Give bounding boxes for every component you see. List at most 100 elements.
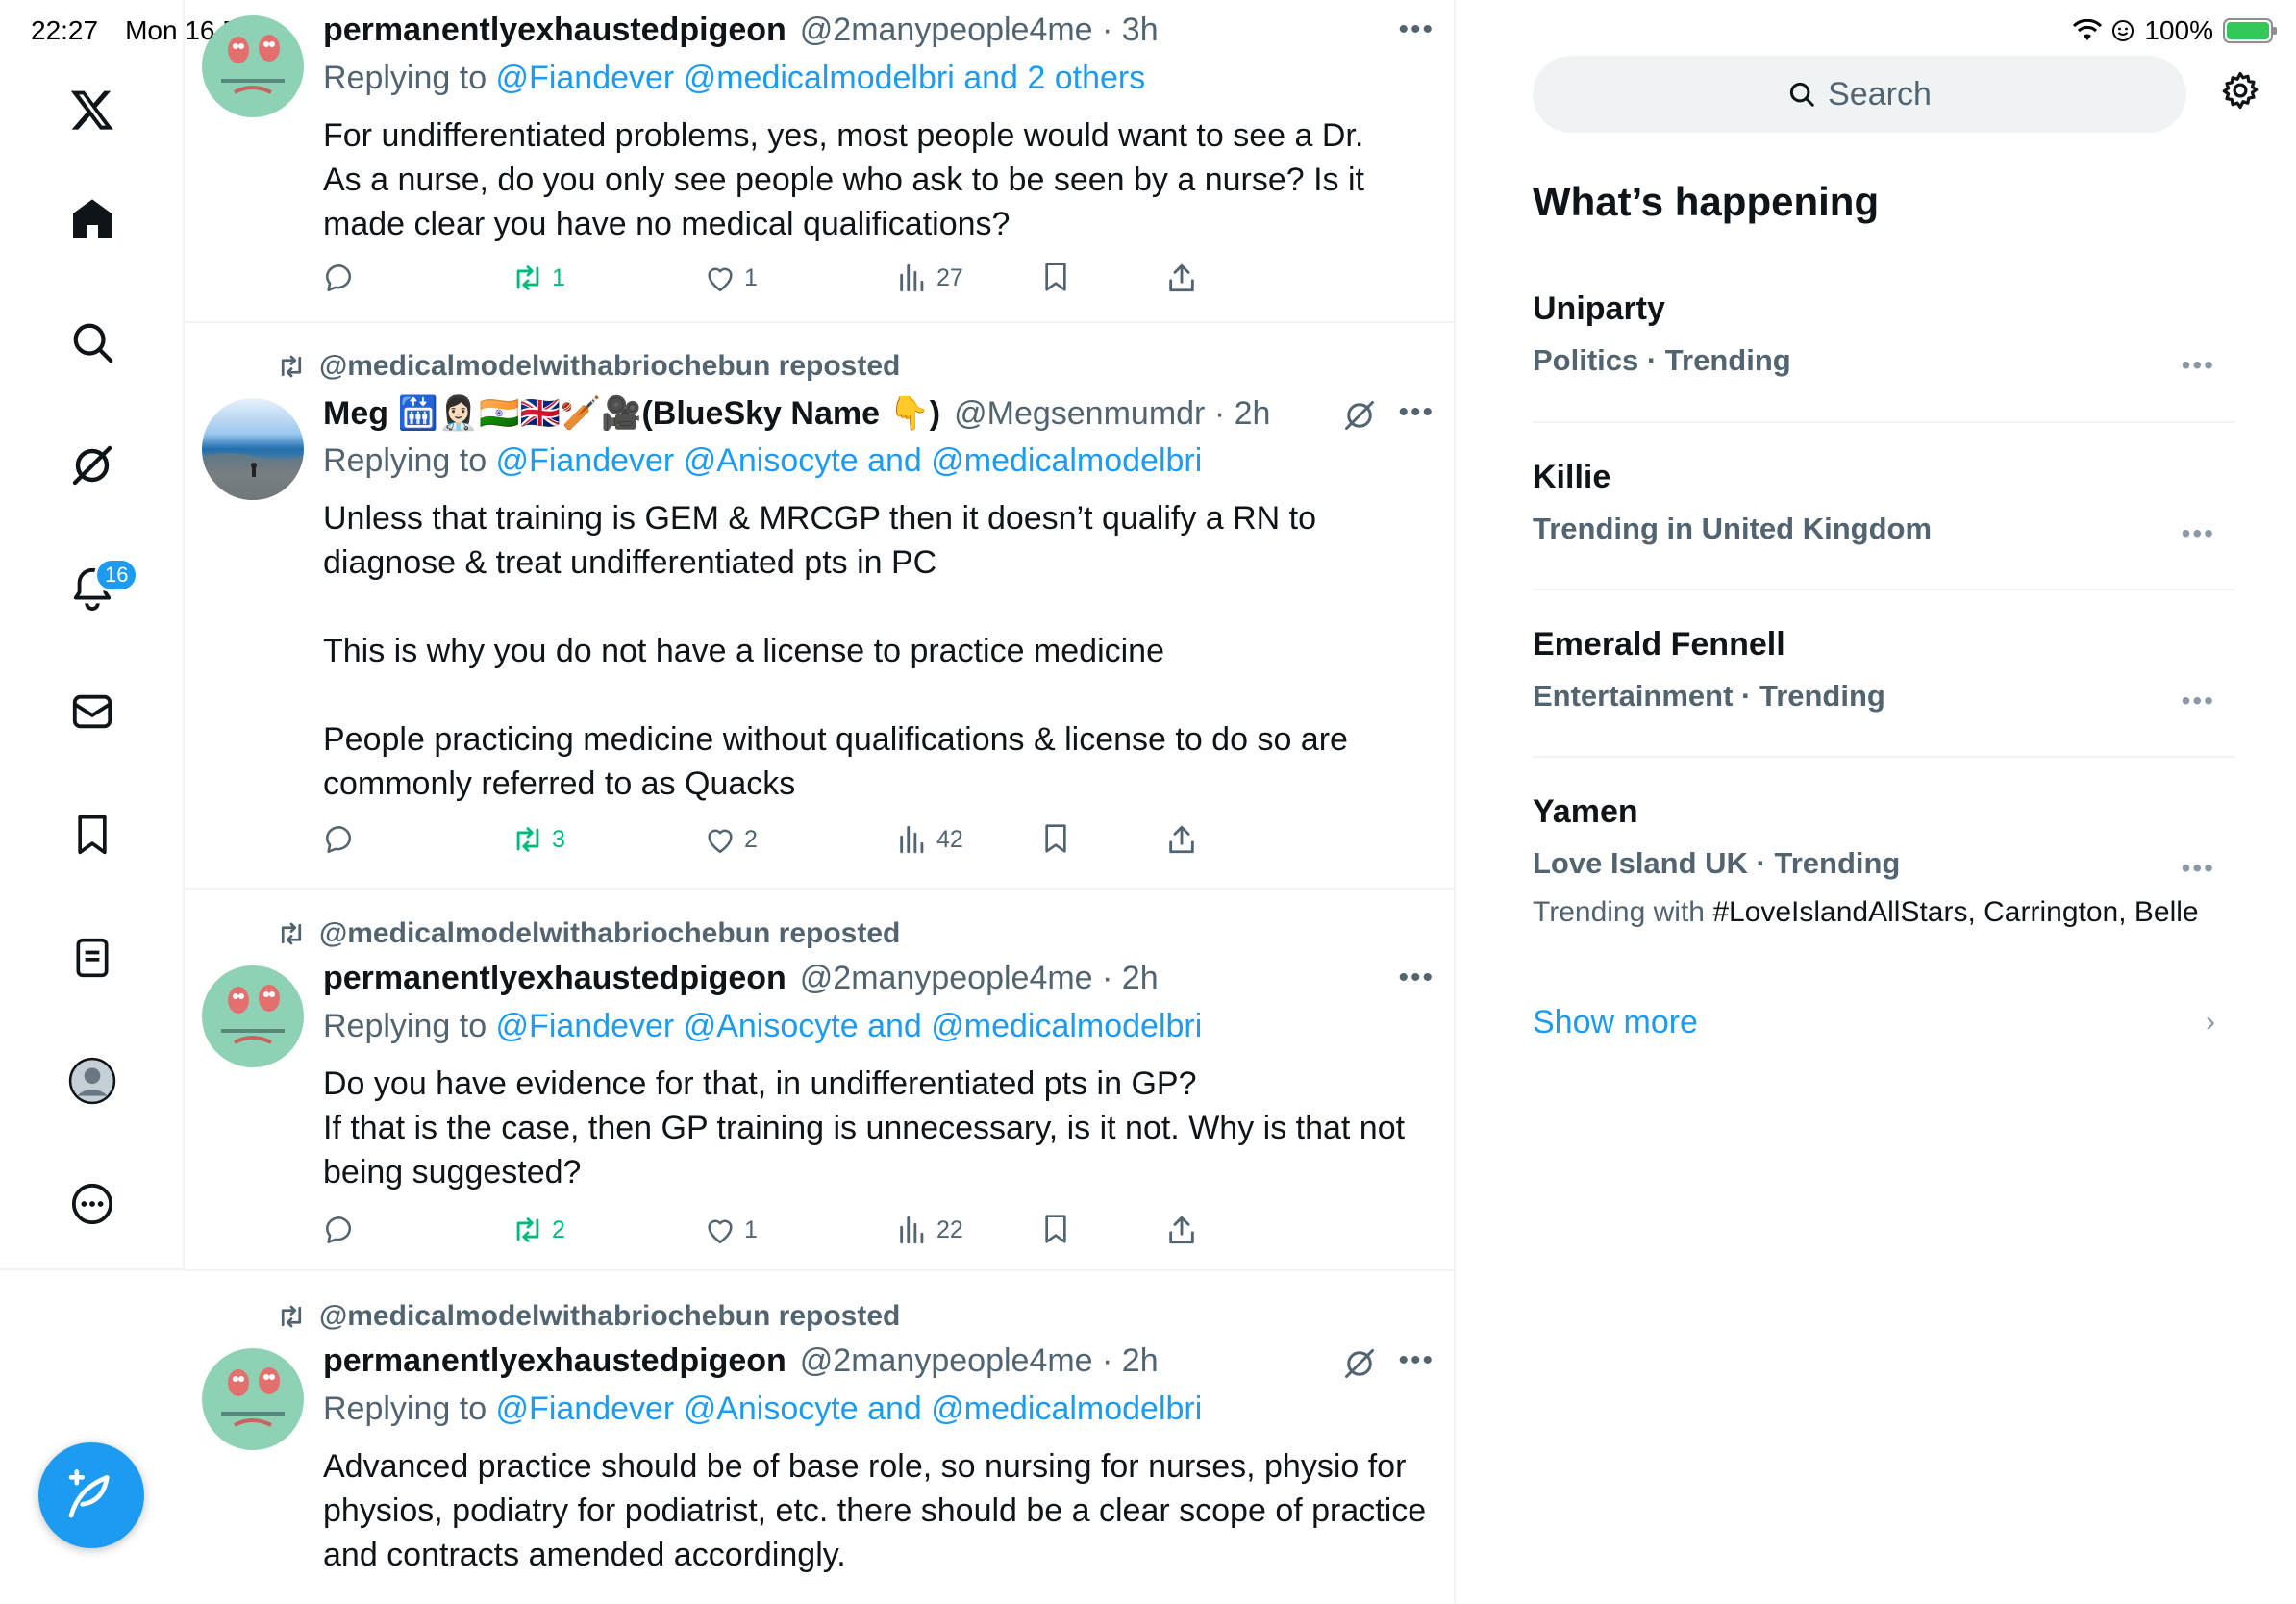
handle-and-time[interactable]: @2manypeople4me · 2h: [800, 1342, 1159, 1380]
replying-to-links[interactable]: @Fiandever @Anisocyte and @medicalmodelb…: [496, 1008, 1203, 1044]
tweet-more-icon[interactable]: •••: [1398, 13, 1435, 46]
display-name[interactable]: Meg 🛗👩🏻‍⚕️🇮🇳🇬🇧🏏🎥(BlueSky Name 👇): [323, 394, 940, 433]
author-avatar[interactable]: [202, 15, 304, 117]
messages-envelope-icon[interactable]: [63, 683, 121, 740]
views-button[interactable]: 27: [896, 262, 963, 294]
bookmark-icon: [1045, 824, 1066, 853]
reposted-by-text[interactable]: @medicalmodelwithabriochebun reposted: [319, 350, 900, 383]
trend-item[interactable]: Yamen Love Island UK · Trending Trending…: [1533, 793, 2234, 929]
reply-icon: [326, 825, 352, 854]
grok-icon[interactable]: [63, 437, 121, 494]
like-button[interactable]: 1: [704, 262, 758, 294]
reposted-by: @medicalmodelwithabriochebun reposted: [277, 350, 900, 383]
views-button[interactable]: 22: [896, 1214, 963, 1246]
like-button[interactable]: 2: [704, 823, 758, 856]
tweet-more-icon[interactable]: •••: [1398, 396, 1435, 429]
repost-icon: [516, 1217, 539, 1242]
repost-button[interactable]: 2: [512, 1214, 565, 1246]
trend-related-prefix: Trending with: [1533, 896, 1713, 928]
tweet-more-icon[interactable]: •••: [1398, 1344, 1435, 1377]
author-avatar[interactable]: [202, 965, 304, 1067]
share-button[interactable]: [1165, 262, 1198, 294]
display-name[interactable]: permanentlyexhaustedpigeon: [323, 1342, 786, 1380]
replying-to: Replying to @Fiandever @Anisocyte and @m…: [323, 1008, 1202, 1045]
trend-related: Trending with #LoveIslandAllStars, Carri…: [1533, 896, 2234, 929]
reposted-by-text[interactable]: @medicalmodelwithabriochebun reposted: [319, 917, 900, 950]
replying-to-links[interactable]: @Fiandever @Anisocyte and @medicalmodelb…: [496, 1391, 1203, 1427]
replying-to: Replying to @Fiandever @medicalmodelbri …: [323, 60, 1145, 97]
notifications-count-badge: 16: [94, 558, 139, 592]
view-count: 42: [936, 825, 963, 853]
bookmark-button[interactable]: [1040, 262, 1071, 292]
reposted-by-text[interactable]: @medicalmodelwithabriochebun reposted: [319, 1300, 900, 1333]
search-input[interactable]: Search: [1533, 56, 2186, 133]
trend-more-icon[interactable]: •••: [2182, 853, 2215, 884]
reply-icon: [326, 1216, 352, 1244]
repost-small-icon: [281, 1305, 302, 1328]
tweet-header: permanentlyexhaustedpigeon @2manypeople4…: [323, 12, 1159, 49]
settings-gear-icon[interactable]: [2219, 69, 2261, 116]
tweet-actions: 1 1 27: [323, 262, 1265, 304]
share-button[interactable]: [1165, 1214, 1198, 1246]
wifi-icon: [2073, 19, 2103, 40]
more-options-icon[interactable]: [63, 1175, 121, 1233]
replying-to-links[interactable]: @Fiandever @medicalmodelbri and 2 others: [496, 60, 1146, 96]
battery-icon: [2223, 18, 2277, 43]
tweet-text: Advanced practice should be of base role…: [323, 1448, 1427, 1573]
views-button[interactable]: 42: [896, 823, 963, 856]
trend-more-icon[interactable]: •••: [2182, 518, 2215, 549]
battery-percent: 100%: [2144, 15, 2213, 45]
trend-item[interactable]: Uniparty Politics · Trending •••: [1533, 290, 2234, 381]
like-count: 1: [744, 263, 758, 291]
trend-more-icon[interactable]: •••: [2182, 686, 2215, 716]
share-icon: [1169, 1216, 1194, 1244]
tweet-more-icon[interactable]: •••: [1398, 962, 1435, 994]
reposted-by: @medicalmodelwithabriochebun reposted: [277, 1300, 900, 1333]
replying-to-links[interactable]: @Fiandever @Anisocyte and @medicalmodelb…: [496, 442, 1203, 479]
reply-button[interactable]: [323, 262, 363, 294]
repost-button[interactable]: 1: [512, 262, 565, 294]
display-name[interactable]: permanentlyexhaustedpigeon: [323, 960, 786, 997]
explore-search-icon[interactable]: [63, 313, 121, 371]
tweet-text: For undifferentiated problems, yes, most…: [323, 117, 1365, 242]
focus-icon: [2112, 20, 2134, 41]
handle-and-time[interactable]: @Megsenmumdr · 2h: [954, 395, 1270, 433]
tweet-header: Meg 🛗👩🏻‍⚕️🇮🇳🇬🇧🏏🎥(BlueSky Name 👇) @Megsen…: [323, 394, 1270, 433]
compose-post-button[interactable]: [38, 1442, 144, 1548]
share-icon: [1169, 825, 1194, 854]
handle-and-time[interactable]: @2manypeople4me · 2h: [800, 960, 1159, 997]
view-count: 27: [936, 263, 963, 291]
bookmark-icon: [1045, 263, 1066, 291]
author-avatar[interactable]: [202, 398, 304, 500]
bookmark-button[interactable]: [1040, 823, 1071, 854]
side-navigation: 16: [0, 0, 185, 1269]
lists-icon[interactable]: [63, 929, 121, 987]
bookmarks-icon[interactable]: [63, 806, 121, 864]
repost-icon: [516, 265, 539, 290]
trend-item[interactable]: Emerald Fennell Entertainment · Trending…: [1533, 626, 2234, 716]
share-button[interactable]: [1165, 823, 1198, 856]
grok-explain-icon[interactable]: [1342, 1346, 1377, 1386]
profile-avatar-icon[interactable]: [63, 1052, 121, 1110]
show-more-link[interactable]: Show more: [1533, 1004, 1698, 1041]
author-avatar[interactable]: [202, 1348, 304, 1450]
tweet-text: Unless that training is GEM & MRCGP then…: [323, 500, 1348, 802]
tweet-actions: 3 2 42: [323, 823, 1265, 865]
reply-button[interactable]: [323, 823, 363, 856]
repost-count: 2: [552, 1216, 565, 1243]
trend-more-icon[interactable]: •••: [2182, 350, 2215, 381]
bookmark-button[interactable]: [1040, 1214, 1071, 1244]
home-icon[interactable]: [63, 190, 121, 248]
reply-button[interactable]: [323, 1214, 363, 1246]
x-logo-icon[interactable]: [63, 81, 121, 138]
trend-meta: Politics · Trending: [1533, 343, 1791, 377]
tweet-divider: [185, 321, 1454, 323]
trend-item[interactable]: Killie Trending in United Kingdom •••: [1533, 459, 2234, 549]
views-bar-chart-icon: [900, 263, 924, 292]
display-name[interactable]: permanentlyexhaustedpigeon: [323, 12, 786, 49]
repost-button[interactable]: 3: [512, 823, 565, 856]
grok-explain-icon[interactable]: [1342, 398, 1377, 438]
trend-name: Uniparty: [1533, 290, 1665, 327]
handle-and-time[interactable]: @2manypeople4me · 3h: [800, 12, 1159, 49]
like-button[interactable]: 1: [704, 1214, 758, 1246]
